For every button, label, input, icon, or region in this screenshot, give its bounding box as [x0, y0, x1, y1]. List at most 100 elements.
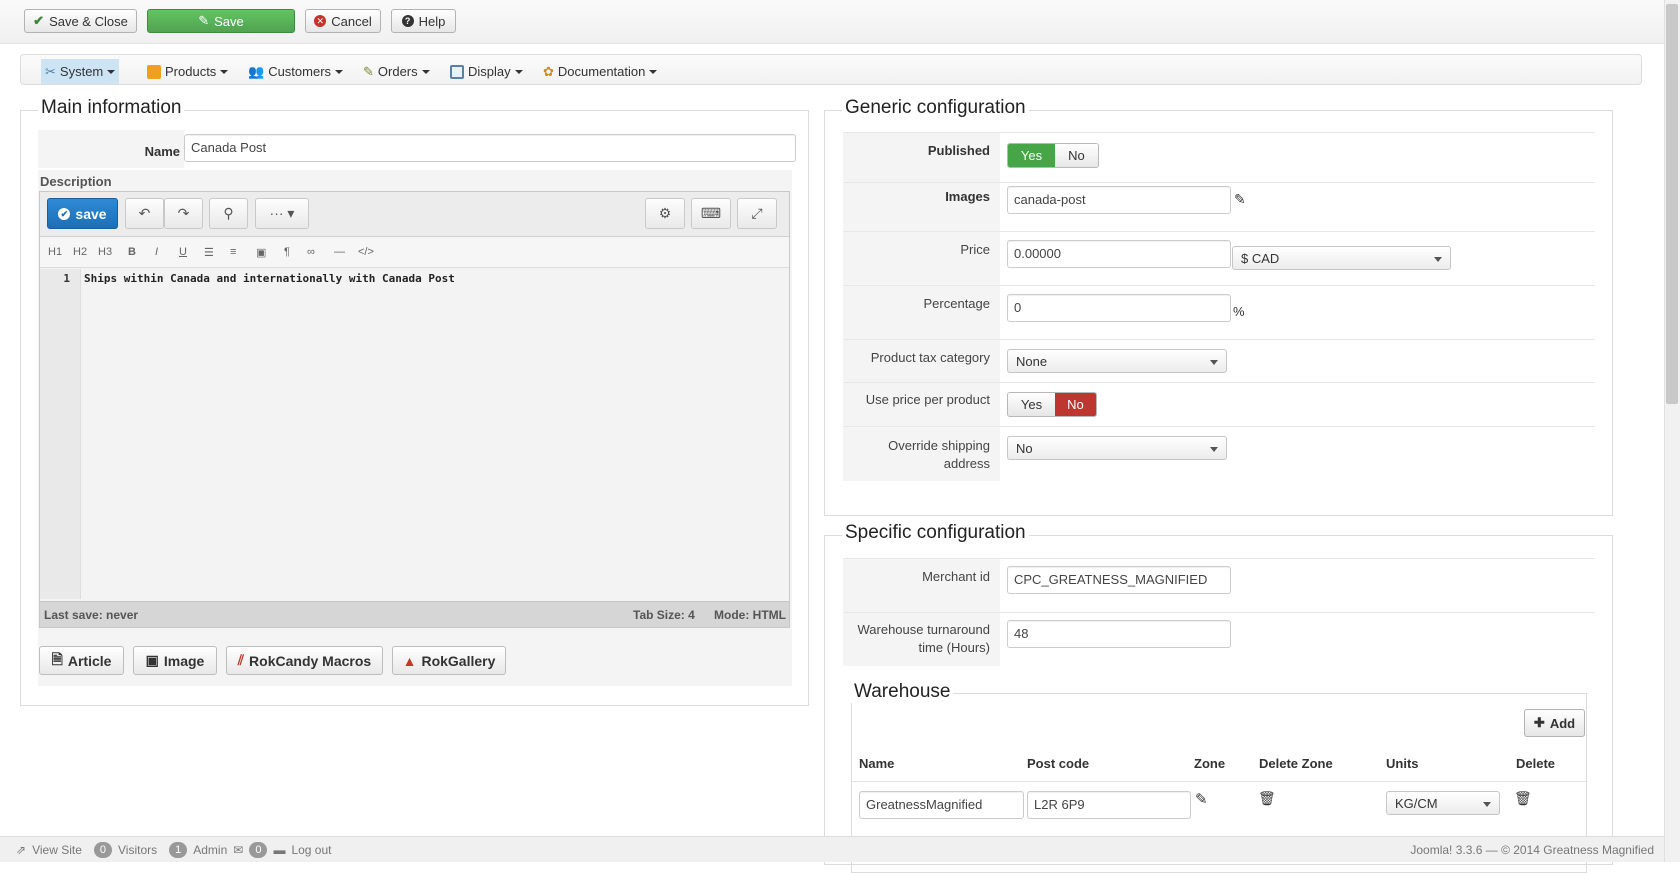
unordered-list-icon[interactable]: ≡	[230, 246, 236, 258]
rokcandy-macros-button[interactable]: ⫽ RokCandy Macros	[226, 646, 383, 675]
delete-warehouse-icon[interactable]: 🗑	[1514, 790, 1532, 807]
published-no[interactable]: No	[1054, 144, 1098, 167]
menu-customers[interactable]: 👥 Customers	[244, 59, 347, 84]
search-button[interactable]: ⚲	[209, 198, 248, 229]
undo-icon: ↶	[138, 205, 151, 221]
caret-icon	[649, 69, 658, 74]
turnaround-field[interactable]: 48	[1007, 620, 1231, 648]
logout-link[interactable]: Log out	[291, 843, 331, 857]
warehouse-name-field[interactable]: GreatnessMagnified	[859, 791, 1024, 819]
ordered-list-icon[interactable]: ☰	[204, 246, 214, 259]
envelope-icon: ✉	[233, 843, 244, 857]
menu-orders[interactable]: ✎ Orders	[359, 59, 434, 84]
warehouse-postcode-field[interactable]: L2R 6P9	[1027, 791, 1191, 819]
more-icon: ··· ▾	[269, 205, 295, 221]
percentage-field[interactable]: 0	[1007, 294, 1231, 322]
tab-size-status: Tab Size: 4	[633, 608, 695, 622]
image-button[interactable]: ▣ Image	[133, 646, 217, 675]
percentage-label-cell	[843, 285, 1000, 339]
caret-icon	[514, 69, 523, 74]
keyboard-icon: ⌨	[700, 205, 722, 221]
link-icon[interactable]: ∞	[307, 246, 315, 258]
italic-button[interactable]: I	[155, 246, 158, 258]
column-delete-zone: Delete Zone	[1259, 756, 1333, 771]
scrollbar-thumb[interactable]	[1666, 4, 1678, 404]
merchant-label: Merchant id	[922, 569, 990, 584]
save-button[interactable]: ✎ Save	[147, 9, 295, 33]
bold-button[interactable]: B	[128, 246, 136, 258]
underline-button[interactable]: U	[179, 246, 187, 258]
minus-icon: ▬	[273, 843, 286, 857]
column-units: Units	[1386, 756, 1419, 771]
caret-icon	[335, 69, 344, 74]
published-yes[interactable]: Yes	[1008, 144, 1055, 167]
published-toggle[interactable]: Yes No	[1007, 143, 1099, 168]
horizontal-rule-icon[interactable]: —	[334, 246, 345, 258]
settings-button[interactable]: ⚙	[645, 198, 685, 229]
warehouse-title: Warehouse	[851, 681, 954, 703]
percent-sign: %	[1233, 304, 1245, 319]
redo-button[interactable]: ↷	[164, 198, 203, 229]
image-icon[interactable]: ▣	[256, 246, 266, 259]
code-icon[interactable]: </>	[358, 246, 374, 258]
menu-products[interactable]: Products	[143, 59, 232, 84]
chevron-down-icon	[1434, 257, 1442, 262]
menu-display[interactable]: Display	[446, 59, 527, 84]
external-link-icon: ⇗	[16, 843, 27, 857]
fullscreen-button[interactable]: ⤢	[737, 198, 777, 229]
h2-button[interactable]: H2	[73, 246, 87, 258]
h1-button[interactable]: H1	[48, 246, 62, 258]
description-label: Description	[40, 174, 112, 189]
edit-zone-icon[interactable]: ✎	[1195, 790, 1208, 808]
warehouse-header: Name Post code Zone Delete Zone Units De…	[852, 752, 1586, 782]
keyboard-button[interactable]: ⌨	[691, 198, 731, 229]
cancel-icon: ✕	[314, 15, 327, 27]
h3-button[interactable]: H3	[98, 246, 112, 258]
caret-icon	[107, 69, 116, 74]
mode-status: Mode: HTML	[714, 608, 786, 622]
units-select[interactable]: KG/CM	[1386, 791, 1500, 815]
more-button[interactable]: ··· ▾	[255, 198, 309, 229]
rokgallery-button[interactable]: ▲ RokGallery	[392, 646, 506, 675]
caret-icon	[220, 69, 229, 74]
use-price-toggle[interactable]: Yes No	[1007, 392, 1097, 417]
trash-icon[interactable]: 🗑	[1258, 790, 1276, 807]
name-field[interactable]: Canada Post	[184, 134, 796, 162]
help-button[interactable]: ? Help	[391, 9, 456, 33]
tax-select[interactable]: None	[1007, 349, 1227, 373]
paragraph-icon[interactable]: ¶	[284, 246, 290, 258]
merchant-id-field[interactable]: CPC_GREATNESS_MAGNIFIED	[1007, 566, 1231, 594]
orders-icon: ✎	[363, 63, 374, 79]
menu-system[interactable]: ✂ System	[41, 59, 120, 84]
editor-content[interactable]: Ships within Canada and internationally …	[84, 272, 455, 285]
format-bar	[40, 238, 789, 268]
currency-select[interactable]: $ CAD	[1232, 246, 1451, 270]
line-gutter	[40, 269, 81, 599]
use-price-no[interactable]: No	[1054, 393, 1096, 416]
check-circle-icon: ✔	[58, 207, 71, 220]
view-site-link[interactable]: View Site	[32, 843, 82, 857]
override-select[interactable]: No	[1007, 436, 1227, 460]
published-label: Published	[927, 143, 990, 158]
column-post-code: Post code	[1027, 756, 1090, 771]
caret-icon	[421, 69, 430, 74]
menu-documentation[interactable]: ✿ Documentation	[539, 59, 661, 84]
tools-icon: ✂	[45, 63, 56, 79]
expand-icon: ⤢	[751, 205, 763, 221]
article-button[interactable]: 🗎 Article	[39, 646, 124, 675]
editor-save-button[interactable]: ✔ save	[47, 198, 118, 229]
add-warehouse-button[interactable]: ✚ Add	[1524, 709, 1585, 737]
copyright-text: — © 2014 Greatness Magnified	[1485, 843, 1654, 857]
display-icon	[450, 64, 464, 79]
save-close-button[interactable]: ✔ Save & Close	[24, 9, 137, 33]
pencil-icon[interactable]: ✎	[1234, 191, 1246, 208]
search-icon: ⚲	[223, 205, 234, 221]
undo-button[interactable]: ↶	[125, 198, 164, 229]
use-price-yes[interactable]: Yes	[1008, 393, 1055, 416]
main-menu: ✂ System Products 👥 Customers ✎ Orders D…	[20, 54, 1642, 85]
cancel-button[interactable]: ✕ Cancel	[305, 9, 381, 33]
images-field[interactable]: canada-post	[1007, 186, 1231, 214]
turnaround-label: Warehouse turnaround time (Hours)	[857, 622, 991, 655]
price-field[interactable]: 0.00000	[1007, 240, 1231, 268]
admin-label: Admin	[193, 843, 228, 857]
